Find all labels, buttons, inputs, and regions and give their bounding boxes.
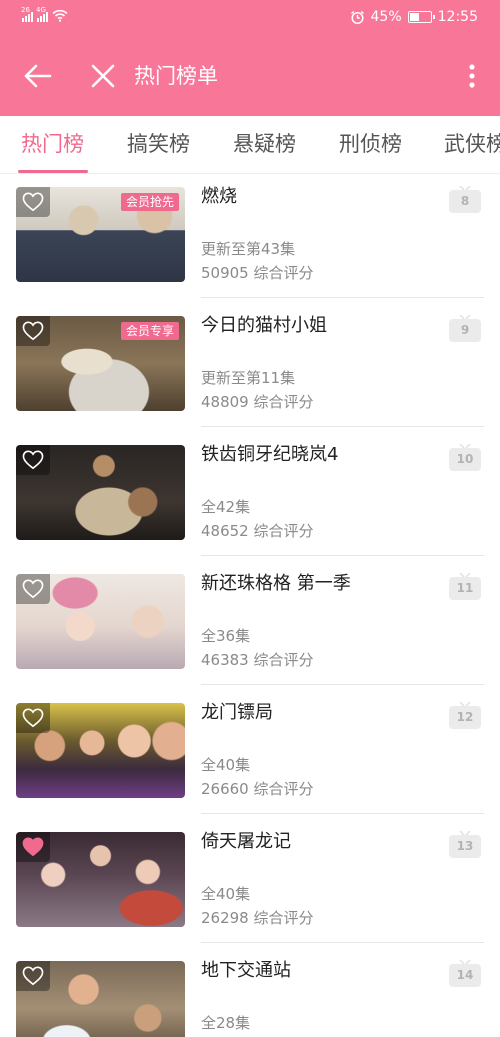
app-bar: 热门榜单 (0, 36, 500, 116)
list-item[interactable]: 会员抢先 燃烧 更新至第43集 50905 综合评分 8 (0, 175, 500, 305)
rank-tv-icon: 9 (449, 315, 481, 342)
rating-score: 26660 综合评分 (201, 780, 314, 798)
poster-thumbnail[interactable]: 会员抢先 (16, 187, 185, 282)
battery-fill (409, 13, 419, 21)
divider (201, 426, 484, 427)
page-title: 热门榜单 (134, 64, 218, 88)
tab-crime[interactable]: 刑侦榜 (339, 130, 402, 158)
divider (201, 684, 484, 685)
vip-badge: 会员抢先 (120, 193, 179, 211)
signal-type-label: 4G (36, 6, 46, 14)
poster-thumbnail[interactable] (16, 961, 185, 1037)
favorite-heart-icon[interactable] (16, 961, 50, 991)
favorite-heart-icon[interactable] (16, 316, 50, 346)
divider (201, 813, 484, 814)
rank-number: 8 (449, 190, 481, 213)
divider (201, 942, 484, 943)
rank-tv-icon: 13 (449, 831, 481, 858)
show-title[interactable]: 新还珠格格 第一季 (201, 571, 351, 597)
more-vertical-icon[interactable] (464, 60, 480, 92)
episode-count: 全42集 (201, 498, 251, 516)
list-item[interactable]: 会员专享 今日的猫村小姐 更新至第11集 48809 综合评分 9 (0, 304, 500, 434)
rating-score: 48809 综合评分 (201, 393, 314, 411)
rank-number: 10 (449, 448, 481, 471)
list-item[interactable]: 地下交通站 全28集 14 (0, 949, 500, 1037)
wifi-icon (52, 9, 68, 22)
rating-score: 50905 综合评分 (201, 264, 314, 282)
rank-tv-icon: 11 (449, 573, 481, 600)
rating-score: 26298 综合评分 (201, 909, 314, 927)
episode-count: 全28集 (201, 1014, 251, 1032)
rank-number: 9 (449, 319, 481, 342)
app-header: 26 4G 45% 12:55 热门榜单 (0, 0, 500, 116)
episode-count: 全40集 (201, 885, 251, 903)
active-tab-indicator (18, 170, 88, 173)
close-icon[interactable] (88, 60, 118, 92)
alarm-icon (350, 10, 364, 24)
status-bar: 26 4G 45% 12:55 (0, 0, 500, 36)
show-title[interactable]: 今日的猫村小姐 (201, 313, 327, 339)
clock: 12:55 (437, 9, 478, 25)
show-title[interactable]: 地下交通站 (201, 958, 291, 984)
show-title[interactable]: 龙门镖局 (201, 700, 273, 726)
poster-thumbnail[interactable] (16, 574, 185, 669)
battery-percent: 45% (370, 9, 402, 25)
tab-comedy[interactable]: 搞笑榜 (127, 130, 190, 158)
favorite-heart-icon[interactable] (16, 703, 50, 733)
rank-tv-icon: 12 (449, 702, 481, 729)
list-item[interactable]: 新还珠格格 第一季 全36集 46383 综合评分 11 (0, 562, 500, 692)
show-title[interactable]: 倚天屠龙记 (201, 829, 291, 855)
poster-thumbnail[interactable] (16, 445, 185, 540)
tab-suspense[interactable]: 悬疑榜 (233, 130, 296, 158)
poster-thumbnail[interactable] (16, 703, 185, 798)
show-title[interactable]: 铁齿铜牙纪晓岚4 (201, 442, 338, 468)
list-item[interactable]: 倚天屠龙记 全40集 26298 综合评分 13 (0, 820, 500, 950)
back-arrow-icon[interactable] (22, 60, 54, 92)
show-title[interactable]: 燃烧 (201, 184, 237, 210)
divider (201, 555, 484, 556)
rank-number: 12 (449, 706, 481, 729)
list-item[interactable]: 龙门镖局 全40集 26660 综合评分 12 (0, 691, 500, 821)
category-tabs: 热门榜 搞笑榜 悬疑榜 刑侦榜 武侠榜 (0, 116, 500, 174)
poster-thumbnail[interactable]: 会员专享 (16, 316, 185, 411)
episode-count: 更新至第43集 (201, 240, 296, 258)
rank-number: 14 (449, 964, 481, 987)
rank-tv-icon: 10 (449, 444, 481, 471)
favorite-heart-icon[interactable] (16, 574, 50, 604)
rating-score: 46383 综合评分 (201, 651, 314, 669)
rank-number: 11 (449, 577, 481, 600)
episode-count: 全36集 (201, 627, 251, 645)
tab-hot[interactable]: 热门榜 (21, 130, 84, 158)
signal-type-label: 26 (21, 6, 30, 14)
divider (201, 297, 484, 298)
favorite-heart-icon[interactable] (16, 445, 50, 475)
rank-tv-icon: 14 (449, 960, 481, 987)
rank-tv-icon: 8 (449, 186, 481, 213)
list-item[interactable]: 铁齿铜牙纪晓岚4 全42集 48652 综合评分 10 (0, 433, 500, 563)
favorite-heart-icon[interactable] (16, 832, 50, 862)
tab-martial-arts[interactable]: 武侠榜 (444, 130, 500, 158)
signal-icon: 4G (36, 6, 48, 22)
rank-number: 13 (449, 835, 481, 858)
rating-score: 48652 综合评分 (201, 522, 314, 540)
episode-count: 全40集 (201, 756, 251, 774)
favorite-heart-icon[interactable] (16, 187, 50, 217)
poster-thumbnail[interactable] (16, 832, 185, 927)
signal-icon: 26 (21, 6, 33, 22)
episode-count: 更新至第11集 (201, 369, 296, 387)
battery-icon (407, 11, 435, 23)
vip-badge: 会员专享 (120, 322, 179, 340)
